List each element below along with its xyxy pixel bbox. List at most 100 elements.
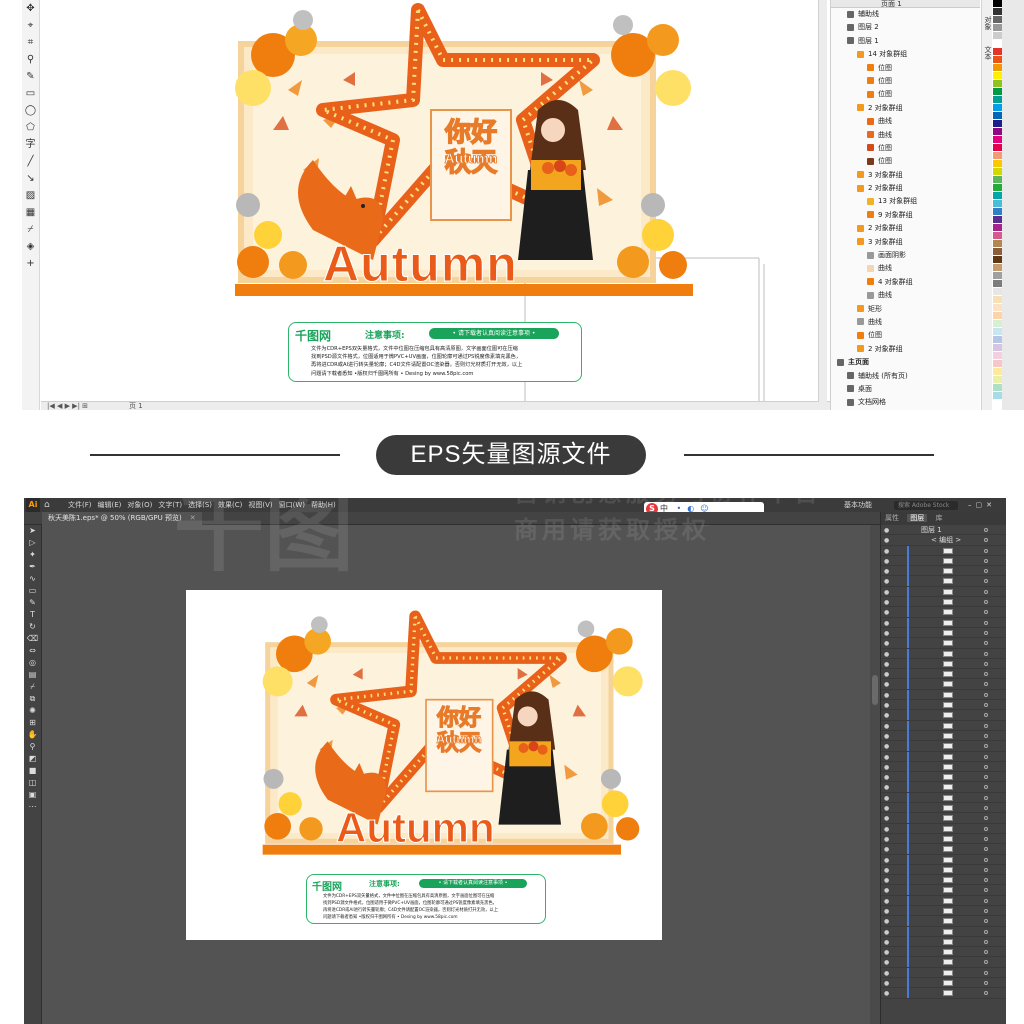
sublayer-row[interactable]: ● [881, 833, 1006, 845]
sublayer-row[interactable]: ● [881, 597, 1006, 608]
object-tree-item[interactable]: 文档网格 [831, 396, 980, 409]
palette-swatch[interactable] [993, 152, 1002, 160]
zoom-tool-icon[interactable]: ⚲ [24, 53, 38, 67]
sublayer-row[interactable]: ● [881, 772, 1006, 783]
target-circle-icon[interactable] [984, 600, 988, 605]
palette-swatch[interactable] [993, 232, 1002, 240]
target-circle-icon[interactable] [984, 672, 988, 677]
zoom-tool-icon[interactable]: ⚲ [27, 742, 39, 752]
sublayer-row[interactable]: ● [881, 854, 1006, 865]
menu-item[interactable]: 对象(O) [127, 501, 152, 509]
sublayer-row[interactable]: ● [881, 792, 1006, 804]
object-tree-item[interactable]: 4 对象群组 [831, 276, 980, 289]
target-circle-icon[interactable] [984, 847, 988, 852]
visibility-eye-icon[interactable]: ● [884, 989, 889, 999]
eyedropper-tool-icon[interactable]: ⌿ [24, 223, 38, 237]
sublayer-row[interactable]: ● [881, 875, 1006, 886]
target-circle-icon[interactable] [984, 816, 988, 821]
palette-swatch[interactable] [993, 80, 1002, 88]
palette-swatch[interactable] [993, 176, 1002, 184]
target-circle-icon[interactable] [984, 836, 988, 841]
sublayer-row[interactable]: ● [881, 761, 1006, 773]
ai-artboard[interactable]: 你好秋天 Autumn Autumn 千图网 注意事项: • 请下载者认真阅读注… [186, 590, 662, 940]
target-circle-icon[interactable] [984, 661, 988, 666]
symbol-sprayer-icon[interactable]: ✺ [27, 706, 39, 716]
sublayer-row[interactable]: ● [881, 885, 1006, 896]
palette-swatch[interactable] [993, 48, 1002, 56]
sublayer-row[interactable]: ● [881, 586, 1006, 598]
palette-swatch[interactable] [993, 256, 1002, 264]
crop-tool-icon[interactable]: ⌗ [24, 36, 38, 50]
palette-swatch[interactable] [993, 120, 1002, 128]
object-tree-item[interactable]: 位图 [831, 142, 980, 155]
palette-swatch[interactable] [993, 128, 1002, 136]
target-circle-icon[interactable] [984, 589, 988, 594]
object-tree-item[interactable]: 位图 [831, 88, 980, 101]
sublayer-row[interactable]: ● [881, 782, 1006, 793]
target-circle-icon[interactable] [984, 950, 988, 955]
palette-swatch[interactable] [993, 24, 1002, 32]
target-circle-icon[interactable] [984, 795, 988, 800]
object-tree-item[interactable]: 位图 [831, 62, 980, 75]
ellipse-tool-icon[interactable]: ◯ [24, 104, 38, 118]
sublayer-row[interactable]: ● [881, 905, 1006, 917]
sublayer-row[interactable]: ● [881, 751, 1006, 762]
palette-swatch[interactable] [993, 168, 1002, 176]
target-circle-icon[interactable] [984, 939, 988, 944]
target-circle-icon[interactable] [984, 723, 988, 728]
palette-swatch[interactable] [993, 304, 1002, 312]
target-circle-icon[interactable] [984, 744, 988, 749]
palette-swatch[interactable] [993, 88, 1002, 96]
object-tree-item[interactable]: 曲线 [831, 316, 980, 329]
palette-swatch[interactable] [993, 376, 1002, 384]
target-circle-icon[interactable] [984, 878, 988, 883]
sublayer-row[interactable]: ● [881, 926, 1006, 937]
sublayer-row[interactable]: ● [881, 916, 1006, 927]
object-tree-item[interactable]: 9 对象群组 [831, 209, 980, 222]
palette-swatch[interactable] [993, 392, 1002, 400]
target-circle-icon[interactable] [984, 579, 988, 584]
object-tree-item[interactable]: 2 对象群组 [831, 343, 980, 356]
blend-tool-icon[interactable]: ⧉ [27, 694, 39, 704]
object-tree-item[interactable]: 2 对象群组 [831, 182, 980, 195]
palette-swatch[interactable] [993, 160, 1002, 168]
palette-swatch[interactable] [993, 240, 1002, 248]
object-tree-item[interactable]: 13 对象群组 [831, 195, 980, 208]
pick-tool-icon[interactable]: ✥ [24, 2, 38, 16]
target-circle-icon[interactable] [984, 970, 988, 975]
sublayer-row[interactable]: ● [881, 607, 1006, 618]
rotate-tool-icon[interactable]: ↻ [27, 622, 39, 632]
group-row[interactable]: ● < 编组 > [881, 535, 1006, 546]
target-circle-icon[interactable] [984, 754, 988, 759]
sublayer-row[interactable]: ● [881, 844, 1006, 855]
target-circle-icon[interactable] [984, 713, 988, 718]
palette-swatch[interactable] [993, 184, 1002, 192]
sublayer-row[interactable]: ● [881, 669, 1006, 680]
palette-swatch[interactable] [993, 144, 1002, 152]
object-tree-item[interactable]: 3 对象群组 [831, 236, 980, 249]
palette-swatch[interactable] [993, 32, 1002, 40]
paintbrush-tool-icon[interactable]: ✎ [27, 598, 39, 608]
target-circle-icon[interactable] [984, 528, 988, 532]
window-controls[interactable]: –▢✕ [968, 498, 996, 512]
target-circle-icon[interactable] [984, 857, 988, 862]
object-tree-item[interactable]: 辅助线 [831, 8, 980, 21]
object-tree-item[interactable]: 位图 [831, 75, 980, 88]
target-circle-icon[interactable] [984, 641, 988, 646]
target-circle-icon[interactable] [984, 826, 988, 831]
hand-tool-icon[interactable]: ✋ [27, 730, 39, 740]
menu-item[interactable]: 文件(F) [68, 501, 92, 509]
page-tab[interactable]: 页 1 [129, 402, 143, 411]
autumn-display-artwork-ai[interactable]: 你好秋天 Autumn Autumn [226, 608, 646, 858]
palette-swatch[interactable] [993, 216, 1002, 224]
sublayer-row[interactable]: ● [881, 648, 1006, 659]
palette-swatch[interactable] [993, 352, 1002, 360]
sublayer-row[interactable]: ● [881, 555, 1006, 567]
artboard-tool-icon[interactable]: ⊞ [27, 718, 39, 728]
target-circle-icon[interactable] [984, 867, 988, 872]
target-circle-icon[interactable] [984, 569, 988, 574]
panel-tab-properties[interactable]: 属性 [885, 514, 899, 522]
palette-swatch[interactable] [993, 384, 1002, 392]
palette-swatch[interactable] [993, 368, 1002, 376]
target-circle-icon[interactable] [984, 610, 988, 615]
